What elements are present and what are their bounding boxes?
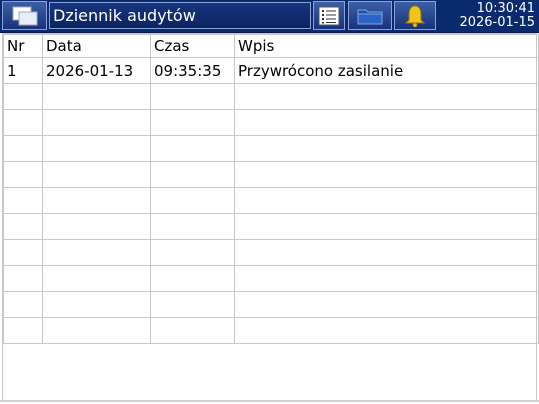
column-header-czas[interactable]: Czas (150, 34, 235, 58)
table-header-row: Nr Data Czas Wpis (3, 34, 539, 58)
empty-row (3, 135, 539, 162)
list-icon (318, 6, 340, 25)
table-row[interactable]: 1 2026-01-13 09:35:35 Przywrócono zasila… (3, 57, 539, 84)
window-title: Dziennik audytów (49, 2, 311, 29)
cell-czas: 09:35:35 (150, 57, 235, 84)
empty-row (3, 83, 539, 110)
windows-button[interactable] (2, 1, 47, 30)
cell-data: 2026-01-13 (42, 57, 151, 84)
cell-wpis: Przywrócono zasilanie (234, 57, 539, 84)
empty-row (3, 213, 539, 240)
empty-row (3, 291, 539, 318)
windows-icon (12, 6, 37, 25)
empty-row (3, 265, 539, 292)
bottom-divider (0, 400, 539, 402)
top-bar: Dziennik audytów 10:30:41 2026-01-15 (0, 0, 539, 33)
empty-row (3, 187, 539, 214)
audit-log-table: Nr Data Czas Wpis 1 2026-01-13 09:35:35 … (2, 33, 539, 401)
clock-time: 10:30:41 (476, 1, 535, 16)
empty-row (3, 161, 539, 188)
folder-icon (357, 9, 383, 24)
clock: 10:30:41 2026-01-15 (439, 0, 537, 31)
cell-nr: 1 (3, 57, 43, 84)
alarm-button[interactable] (394, 1, 436, 30)
column-header-nr[interactable]: Nr (3, 34, 43, 58)
column-header-data[interactable]: Data (42, 34, 151, 58)
folder-button[interactable] (348, 1, 392, 30)
clock-date: 2026-01-15 (459, 15, 535, 30)
empty-row (3, 317, 539, 344)
empty-row (3, 109, 539, 136)
column-header-wpis[interactable]: Wpis (234, 34, 539, 58)
empty-row (3, 239, 539, 266)
list-button[interactable] (313, 1, 345, 30)
bell-icon (404, 4, 426, 27)
